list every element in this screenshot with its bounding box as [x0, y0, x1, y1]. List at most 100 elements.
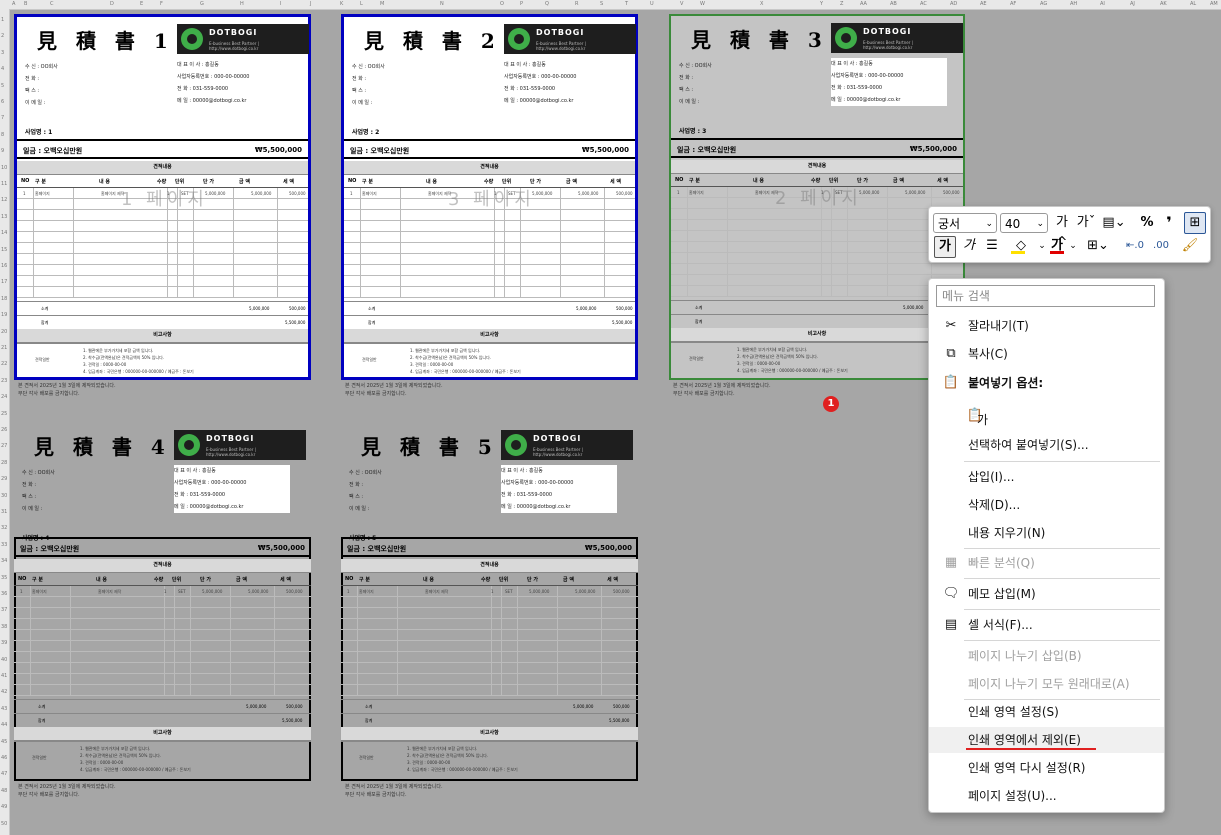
row-header-cell[interactable]: 18 — [1, 296, 7, 302]
row-header-cell[interactable]: 39 — [1, 640, 7, 646]
row-header-cell[interactable]: 3 — [1, 50, 4, 56]
menu-item-insert[interactable]: 삽입(I)... — [929, 464, 1164, 490]
decrease-font-button[interactable]: 가ˇ — [1075, 213, 1097, 233]
column-header-cell[interactable]: G — [200, 1, 204, 7]
borders-icon[interactable]: ⊞⌄ — [1084, 236, 1112, 256]
column-header-cell[interactable]: AC — [920, 1, 927, 7]
row-header-cell[interactable]: 26 — [1, 427, 7, 433]
menu-item-exclude-print-area[interactable]: 인쇄 영역에서 제외(E) — [929, 727, 1164, 753]
row-header-cell[interactable]: 17 — [1, 279, 7, 285]
row-header-cell[interactable]: 20 — [1, 329, 7, 335]
row-header-cell[interactable]: 1 — [1, 17, 4, 23]
row-header-cell[interactable]: 16 — [1, 263, 7, 269]
row-header-cell[interactable]: 7 — [1, 115, 4, 121]
column-header-cell[interactable]: AJ — [1130, 1, 1135, 7]
row-header-bar[interactable]: 1 2 3 4 5 6 7 8 9 10 11 12 13 14 15 16 17 18 19 20 21 22 23 24 2… — [0, 9, 10, 835]
menu-item-cut[interactable]: ✂ 잘라내기(T) — [929, 313, 1164, 339]
row-header-cell[interactable]: 4 — [1, 66, 4, 72]
menu-item-reset-print-area[interactable]: 인쇄 영역 다시 설정(R) — [929, 755, 1164, 781]
menu-item-reset-page-breaks[interactable]: 페이지 나누기 모두 원래대로(A) — [929, 671, 1164, 697]
row-header-cell[interactable]: 19 — [1, 312, 7, 318]
row-header-cell[interactable]: 22 — [1, 361, 7, 367]
column-header-cell[interactable]: AG — [1040, 1, 1047, 7]
font-color-button[interactable]: 가 — [1047, 236, 1067, 256]
column-header-cell[interactable]: B — [24, 1, 27, 7]
row-header-cell[interactable]: 21 — [1, 345, 7, 351]
row-header-cell[interactable]: 25 — [1, 411, 7, 417]
decrease-decimal-icon[interactable]: ⇤.0 — [1124, 236, 1146, 256]
menu-item-format-cells[interactable]: ▤ 셀 서식(F)... — [929, 612, 1164, 638]
quote-sheet-3[interactable]: 見 積 書 3 DOTBOGI E-business Best Partner | … — [669, 14, 965, 380]
column-header-cell[interactable]: D — [110, 1, 114, 7]
row-header-cell[interactable]: 13 — [1, 214, 7, 220]
menu-item-delete[interactable]: 삭제(D)... — [929, 492, 1164, 518]
row-header-cell[interactable]: 2 — [1, 33, 4, 39]
row-header-cell[interactable]: 34 — [1, 558, 7, 564]
row-header-cell[interactable]: 40 — [1, 657, 7, 663]
column-header-cell[interactable]: Y — [820, 1, 823, 7]
column-header-cell[interactable]: AK — [1160, 1, 1167, 7]
row-header-cell[interactable]: 5 — [1, 83, 4, 89]
row-header-cell[interactable]: 41 — [1, 673, 7, 679]
font-name-select[interactable]: 궁서 ⌄ — [933, 213, 997, 233]
row-header-cell[interactable]: 27 — [1, 443, 7, 449]
column-header-cell[interactable]: O — [500, 1, 504, 7]
column-header-cell[interactable]: Q — [545, 1, 549, 7]
column-header-cell[interactable]: E — [140, 1, 143, 7]
column-header-cell[interactable]: AI — [1100, 1, 1105, 7]
chevron-down-icon[interactable]: ⌄ — [1068, 236, 1078, 256]
row-header-cell[interactable]: 11 — [1, 181, 7, 187]
row-header-cell[interactable]: 45 — [1, 739, 7, 745]
format-painter-icon[interactable]: 🖌 — [1179, 236, 1201, 256]
increase-decimal-icon[interactable]: .00 — [1149, 236, 1173, 256]
column-header-cell[interactable]: H — [240, 1, 244, 7]
column-header-cell[interactable]: J — [310, 1, 311, 7]
column-header-cell[interactable]: V — [680, 1, 683, 7]
row-header-cell[interactable]: 49 — [1, 804, 7, 810]
row-header-cell[interactable]: 36 — [1, 591, 7, 597]
column-header-cell[interactable]: A — [12, 1, 15, 7]
row-header-cell[interactable]: 24 — [1, 394, 7, 400]
column-header-cell[interactable]: K — [340, 1, 343, 7]
column-header-bar[interactable]: A B C D E F G H I J K L M N O P Q R S T U V W X Y Z AA AB AC AD AE AF AG… — [0, 0, 1221, 10]
percent-style-button[interactable]: % — [1137, 213, 1157, 233]
menu-item-insert-note[interactable]: 🗨 메모 삽입(M) — [929, 581, 1164, 607]
menu-item-copy[interactable]: ⧉ 복사(C) — [929, 341, 1164, 367]
column-header-cell[interactable]: C — [50, 1, 54, 7]
column-header-cell[interactable]: AM — [1210, 1, 1218, 7]
bold-button[interactable]: 가 — [934, 236, 956, 258]
row-header-cell[interactable]: 29 — [1, 476, 7, 482]
row-header-cell[interactable]: 46 — [1, 755, 7, 761]
menu-search-input[interactable]: 메뉴 검색 — [936, 285, 1155, 307]
row-header-cell[interactable]: 48 — [1, 788, 7, 794]
menu-item-page-setup[interactable]: 페이지 설정(U)... — [929, 783, 1164, 809]
menu-item-insert-page-break[interactable]: 페이지 나누기 삽입(B) — [929, 643, 1164, 669]
row-header-cell[interactable]: 8 — [1, 132, 4, 138]
column-header-cell[interactable]: AE — [980, 1, 987, 7]
column-header-cell[interactable]: AF — [1010, 1, 1016, 7]
row-header-cell[interactable]: 10 — [1, 165, 7, 171]
fill-color-icon[interactable]: ◇ — [1007, 236, 1035, 256]
column-header-cell[interactable]: T — [625, 1, 628, 7]
column-header-cell[interactable]: N — [440, 1, 444, 7]
row-header-cell[interactable]: 6 — [1, 99, 4, 105]
align-center-icon[interactable]: ☰ — [983, 236, 1001, 256]
row-header-cell[interactable]: 23 — [1, 378, 7, 384]
merge-center-icon[interactable]: ⊞ — [1184, 212, 1206, 234]
column-header-cell[interactable]: P — [520, 1, 523, 7]
row-header-cell[interactable]: 32 — [1, 525, 7, 531]
italic-button[interactable]: 가 — [960, 236, 978, 256]
chevron-down-icon[interactable]: ⌄ — [1037, 236, 1047, 256]
comma-style-button[interactable]: ❜ — [1161, 213, 1177, 233]
column-header-cell[interactable]: R — [575, 1, 578, 7]
menu-item-set-print-area[interactable]: 인쇄 영역 설정(S) — [929, 699, 1164, 725]
row-header-cell[interactable]: 9 — [1, 148, 4, 154]
column-header-cell[interactable]: F — [160, 1, 163, 7]
row-header-cell[interactable]: 43 — [1, 706, 7, 712]
column-header-cell[interactable]: I — [280, 1, 281, 7]
column-header-cell[interactable]: AD — [950, 1, 957, 7]
column-header-cell[interactable]: L — [360, 1, 363, 7]
row-header-cell[interactable]: 44 — [1, 722, 7, 728]
column-header-cell[interactable]: U — [650, 1, 654, 7]
row-header-cell[interactable]: 38 — [1, 624, 7, 630]
